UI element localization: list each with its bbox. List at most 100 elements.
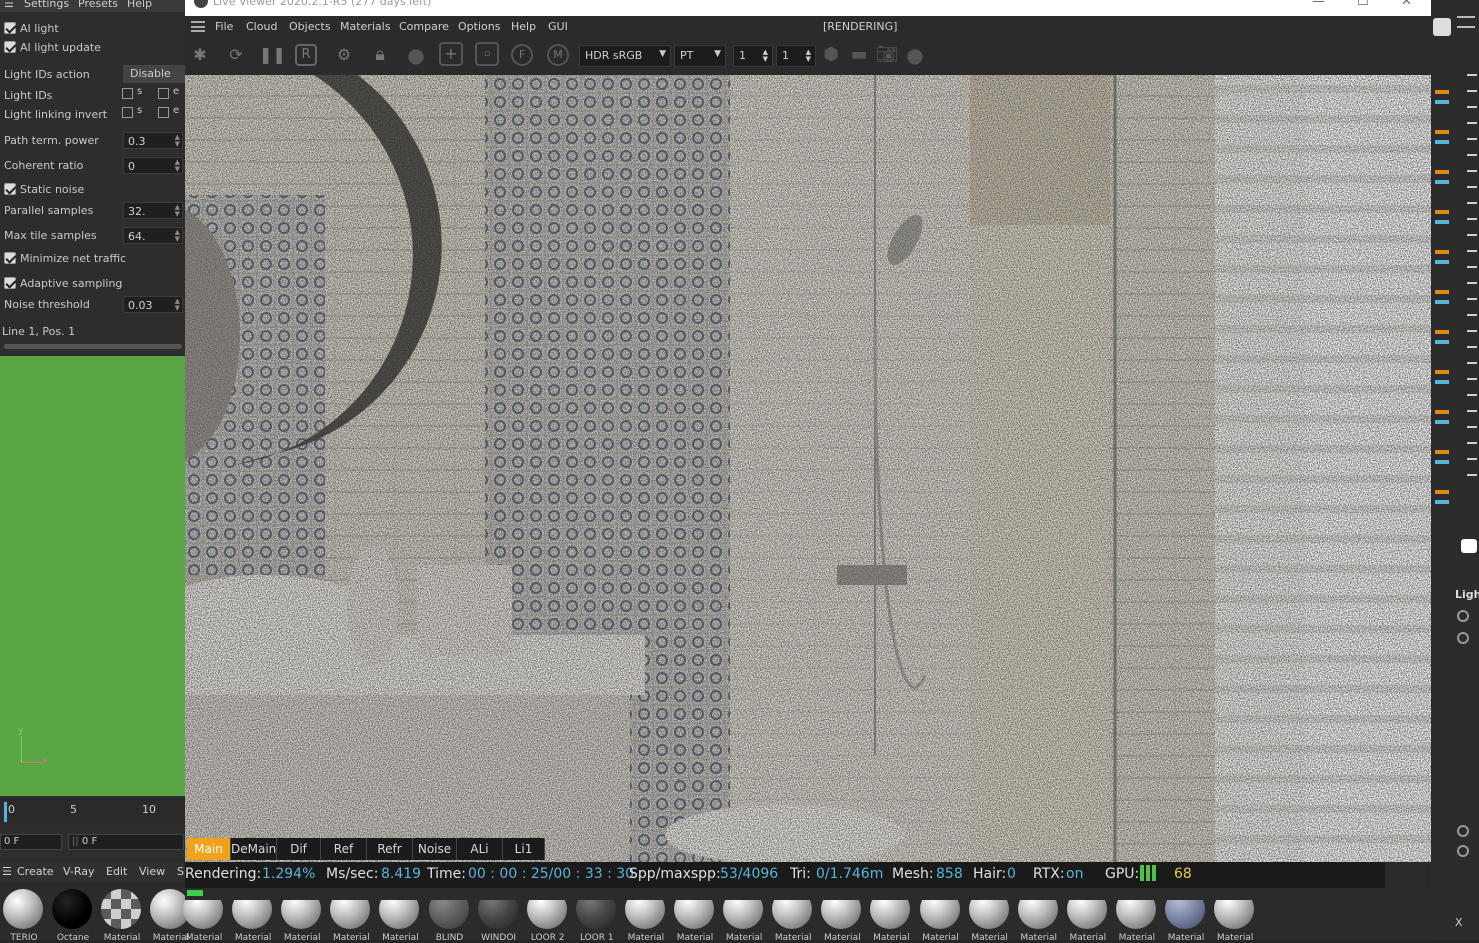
pass-tab-noise[interactable]: Noise bbox=[413, 838, 457, 860]
rectangle-icon[interactable]: ▬ bbox=[846, 42, 872, 68]
pass-tab-ref[interactable]: Ref bbox=[321, 838, 367, 860]
object-tags-column[interactable] bbox=[1435, 64, 1449, 504]
parallel-samples-input[interactable]: 32. ▲ ▼ bbox=[123, 202, 183, 219]
coherent-ratio-value: 0 bbox=[128, 160, 135, 173]
radio-button-icon[interactable] bbox=[1457, 632, 1469, 644]
pause-icon[interactable]: ❚❚ bbox=[259, 42, 286, 68]
material-sphere-icon[interactable]: ● bbox=[403, 42, 429, 68]
noise-threshold-input[interactable]: 0.03 ▲ ▼ bbox=[123, 296, 183, 313]
coherent-ratio-label: Coherent ratio bbox=[4, 159, 84, 172]
pass-tab-ali[interactable]: ALi bbox=[457, 838, 503, 860]
light-linking-invert-row: Light linking invert s e bbox=[0, 105, 185, 124]
frame-start-field[interactable]: 0 F bbox=[0, 834, 62, 850]
menu-s[interactable]: S bbox=[177, 865, 184, 878]
light-ids-e-checkbox[interactable]: e bbox=[158, 86, 179, 99]
frame-current-field[interactable]: || 0 F bbox=[68, 834, 184, 850]
hamburger-icon[interactable] bbox=[191, 21, 205, 32]
spinner-icon[interactable]: ▲ ▼ bbox=[175, 159, 180, 173]
light-linking-e-checkbox[interactable]: e bbox=[158, 105, 179, 118]
adaptive-sampling-checkbox[interactable] bbox=[4, 277, 16, 289]
render-viewport[interactable] bbox=[185, 75, 1431, 862]
radio-button-icon[interactable] bbox=[1457, 825, 1469, 837]
value-b-stepper[interactable]: 1 ▲ ▼ bbox=[776, 45, 816, 67]
maximize-icon[interactable]: ☐ bbox=[1357, 0, 1369, 9]
film-region-icon[interactable]: ▫ bbox=[475, 42, 499, 66]
hexagon-icon[interactable]: ⬢ bbox=[818, 42, 844, 68]
spinner-icon[interactable]: ▲ ▼ bbox=[175, 204, 180, 218]
pass-tab-li1[interactable]: Li1 bbox=[503, 838, 545, 860]
static-noise-checkbox[interactable] bbox=[4, 183, 16, 195]
menu-create[interactable]: Create bbox=[17, 865, 54, 878]
light-object-icon[interactable] bbox=[1461, 539, 1477, 553]
light-linking-s-checkbox[interactable]: s bbox=[122, 105, 142, 118]
menu-objects[interactable]: Objects bbox=[289, 20, 331, 33]
menu-presets[interactable]: Presets bbox=[78, 0, 118, 10]
path-term-power-input[interactable]: 0.3 ▲ ▼ bbox=[123, 132, 183, 149]
color-space-select[interactable]: HDR sRGB ▼ bbox=[579, 45, 671, 67]
menu-help[interactable]: Help bbox=[127, 0, 152, 10]
settings-gear-icon[interactable]: ⚙ bbox=[331, 42, 357, 68]
material-label: Material bbox=[676, 933, 714, 943]
add-region-icon[interactable]: + bbox=[439, 42, 463, 66]
spinner-icon[interactable]: ▲ ▼ bbox=[806, 49, 811, 63]
restart-render-icon[interactable]: ⟳ bbox=[223, 42, 249, 68]
move-tool-icon[interactable] bbox=[1433, 18, 1451, 36]
pass-tab-dif[interactable]: Dif bbox=[277, 838, 321, 860]
menu-compare[interactable]: Compare bbox=[399, 20, 449, 33]
max-tile-samples-input[interactable]: 64. ▲ ▼ bbox=[123, 227, 183, 244]
ai-light-update-checkbox[interactable] bbox=[4, 41, 16, 53]
parallel-samples-row: Parallel samples 32. ▲ ▼ bbox=[0, 202, 185, 220]
static-noise-row: Static noise bbox=[0, 181, 185, 199]
spinner-icon[interactable]: ▲ ▼ bbox=[763, 49, 768, 63]
radio-button-icon[interactable] bbox=[1457, 610, 1469, 622]
menu-vray[interactable]: V-Ray bbox=[63, 865, 95, 878]
window-titlebar[interactable]: Live Viewer 2020.2.1-R5 (277 days left) … bbox=[185, 0, 1431, 16]
radio-button-icon[interactable] bbox=[1457, 845, 1469, 857]
timeline-ruler[interactable]: 0 5 10 bbox=[0, 798, 185, 826]
material-swatch[interactable]: Octane bbox=[49, 887, 95, 943]
hamburger-icon[interactable]: ☰ bbox=[4, 0, 14, 10]
menu-cloud[interactable]: Cloud bbox=[246, 20, 277, 33]
timeline-playhead[interactable] bbox=[4, 802, 7, 822]
material-pick-icon[interactable]: M bbox=[547, 44, 569, 66]
lock-icon[interactable]: 🔒︎ bbox=[367, 42, 393, 68]
pass-tab-demain[interactable]: DeMain bbox=[231, 838, 277, 860]
light-ids-action-dropdown[interactable]: Disable bbox=[123, 65, 185, 83]
material-label: TERIO bbox=[10, 933, 38, 943]
kernel-select[interactable]: PT ▼ bbox=[674, 45, 726, 67]
spinner-icon[interactable]: ▲ ▼ bbox=[175, 134, 180, 148]
light-ids-s-checkbox[interactable]: s bbox=[122, 86, 142, 99]
time-value: 00 : 00 : 25/00 : 33 : 30 bbox=[468, 866, 635, 882]
send-scene-icon[interactable]: ✱ bbox=[187, 42, 213, 68]
3d-viewport[interactable]: y x bbox=[0, 356, 185, 796]
spinner-icon[interactable]: ▲ ▼ bbox=[175, 229, 180, 243]
menu-file[interactable]: File bbox=[215, 20, 233, 33]
material-swatch[interactable]: TERIO bbox=[0, 887, 46, 943]
coherent-ratio-input[interactable]: 0 ▲ ▼ bbox=[123, 157, 183, 174]
material-swatch[interactable]: Material bbox=[98, 887, 144, 943]
minimize-icon[interactable]: — bbox=[1312, 0, 1325, 9]
menu-options[interactable]: Options bbox=[458, 20, 500, 33]
pass-tab-main[interactable]: Main bbox=[187, 838, 231, 860]
max-tile-samples-row: Max tile samples 64. ▲ ▼ bbox=[0, 227, 185, 245]
focus-pick-icon[interactable]: F bbox=[511, 44, 533, 66]
ai-light-checkbox[interactable] bbox=[4, 22, 16, 34]
camera-icon[interactable]: 📷︎ bbox=[874, 42, 900, 68]
region-render-icon[interactable]: R bbox=[295, 44, 317, 66]
menu-view[interactable]: View bbox=[139, 865, 165, 878]
menu-gui[interactable]: GUI bbox=[548, 20, 568, 33]
hamburger-icon[interactable] bbox=[1457, 16, 1475, 28]
close-icon[interactable]: ✕ bbox=[1401, 0, 1412, 9]
sphere-icon[interactable]: ● bbox=[902, 42, 928, 68]
minimize-net-traffic-checkbox[interactable] bbox=[4, 252, 16, 264]
material-label: Material bbox=[1167, 933, 1205, 943]
horizontal-scrollbar[interactable] bbox=[4, 344, 182, 349]
menu-materials[interactable]: Materials bbox=[340, 20, 390, 33]
spinner-icon[interactable]: ▲ ▼ bbox=[175, 298, 180, 312]
menu-settings[interactable]: Settings bbox=[24, 0, 69, 10]
menu-help[interactable]: Help bbox=[511, 20, 536, 33]
menu-edit[interactable]: Edit bbox=[106, 865, 127, 878]
value-a-stepper[interactable]: 1 ▲ ▼ bbox=[733, 45, 773, 67]
pass-tab-refr[interactable]: Refr bbox=[367, 838, 413, 860]
hamburger-icon[interactable]: ☰ bbox=[2, 865, 12, 878]
